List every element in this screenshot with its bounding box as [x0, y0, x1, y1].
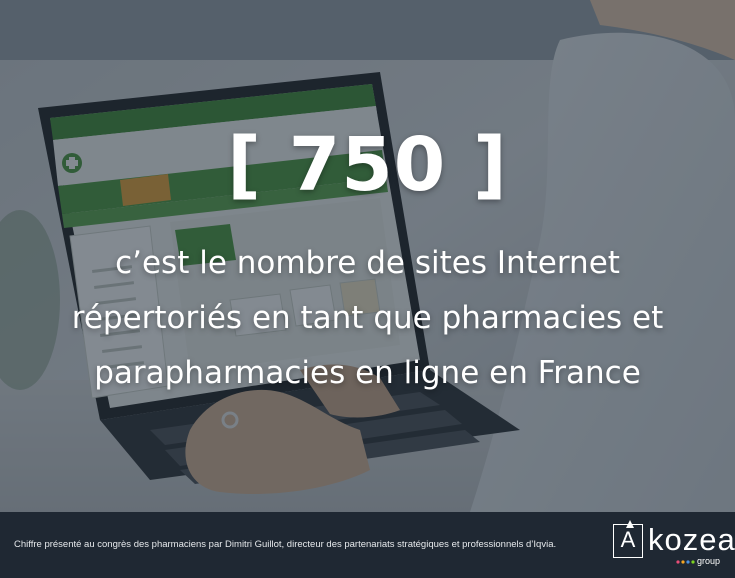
caption-line-3: parapharmacies en ligne en France: [94, 355, 641, 391]
logo-subtitle: group: [697, 556, 721, 566]
caption-line-1: c’est le nombre de sites Internet: [115, 245, 620, 281]
footer-bar: Chiffre présenté au congrès des pharmaci…: [0, 512, 735, 578]
logo-word: kozea: [648, 522, 735, 557]
source-note: Chiffre présenté au congrès des pharmaci…: [14, 539, 557, 550]
logo-letter: A: [620, 527, 636, 552]
headline-number: [ 750 ]: [227, 122, 508, 208]
caption-line-2: répertoriés en tant que pharmacies et: [71, 300, 664, 336]
headline-number-block: [ 750 ]: [0, 128, 735, 202]
logo-triangle-icon: [626, 520, 634, 528]
infographic: [ 750 ] c’est le nombre de sites Interne…: [0, 0, 735, 578]
kozea-logo: A kozea group: [613, 520, 735, 570]
headline-caption: c’est le nombre de sites Internet répert…: [20, 236, 715, 401]
logo-dots-icon: [676, 560, 695, 564]
